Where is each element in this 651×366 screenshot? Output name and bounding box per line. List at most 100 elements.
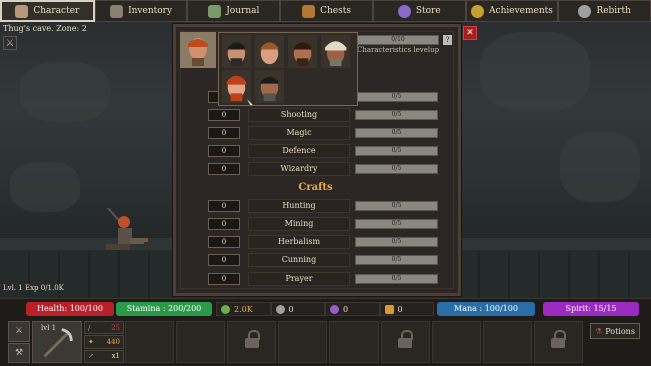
resource-silver: 0 — [270, 302, 325, 316]
spirit-bar: Spirit: 15/15 — [543, 302, 639, 316]
craft-name[interactable]: Cunning — [248, 253, 350, 267]
craft-name[interactable]: Herbalism — [248, 235, 350, 249]
skill-slot[interactable] — [125, 321, 175, 363]
craft-points[interactable]: 0 — [208, 218, 240, 230]
resource-value: 0 — [288, 304, 294, 314]
portrait-option[interactable] — [254, 34, 285, 69]
tab-label: Character — [33, 6, 80, 16]
tab-label: Chests — [320, 6, 351, 16]
skill-progress: 0/5 — [355, 110, 438, 120]
swords-icon[interactable]: ⚔ — [8, 321, 30, 342]
medal-icon — [471, 4, 485, 18]
silver-coin-icon — [275, 304, 285, 314]
craft-progress: 0/5 — [355, 201, 438, 211]
craft-progress: 0/5 — [355, 237, 438, 247]
tab-rebirth[interactable]: Rebirth — [558, 0, 651, 22]
tab-character[interactable]: Character — [0, 0, 95, 22]
chest-icon — [302, 4, 316, 18]
resource-value: 2.0K — [234, 304, 253, 314]
skill-points[interactable]: 0 — [208, 145, 240, 157]
tab-store[interactable]: Store — [372, 0, 466, 22]
hammer-icon[interactable]: ⚒ — [8, 342, 30, 363]
resource-value: 0 — [397, 304, 403, 314]
resource-gold: 0 — [379, 302, 434, 316]
craft-progress: 0/5 — [355, 274, 438, 284]
rebirth-icon — [578, 4, 592, 18]
portrait-option[interactable] — [321, 34, 351, 69]
skill-slot[interactable] — [329, 321, 379, 363]
weapon-speed: ✦ 440 — [84, 335, 124, 349]
skill-points[interactable]: 0 — [208, 163, 240, 175]
craft-row-prayer: 0 Prayer 0/5 — [208, 272, 440, 286]
craft-points[interactable]: 0 — [208, 273, 240, 285]
purple-gem-icon — [330, 304, 339, 314]
lock-icon — [398, 330, 414, 348]
health-bar: Health: 100/100 — [26, 302, 114, 316]
portrait-option[interactable] — [254, 69, 285, 104]
portrait-option[interactable] — [288, 34, 318, 69]
portrait-option-selected[interactable] — [221, 69, 252, 104]
skill-row-defence: 0 Defence 0/5 — [208, 144, 440, 158]
skill-slot-locked[interactable] — [533, 321, 583, 363]
tab-label: Store — [415, 6, 441, 16]
resource-value: 0 — [343, 304, 349, 314]
sword-icon: / — [88, 323, 91, 332]
sword-icon[interactable]: ⚔ — [3, 36, 17, 50]
resources-bar: 2.0K 0 0 0 — [216, 302, 434, 316]
craft-points[interactable]: 0 — [208, 236, 240, 248]
status-bar: Health: 100/100 Stamina : 200/200 2.0K 0… — [0, 298, 651, 366]
skill-slot[interactable] — [431, 321, 481, 363]
skill-slot[interactable] — [278, 321, 328, 363]
skill-slot-locked[interactable] — [380, 321, 430, 363]
skill-slot[interactable] — [176, 321, 226, 363]
craft-name[interactable]: Prayer — [248, 272, 350, 286]
craft-points[interactable]: 0 — [208, 254, 240, 266]
bolt-icon: ✦ — [88, 337, 94, 346]
skill-name[interactable]: Shooting — [248, 108, 350, 122]
weapon-panel: ⚔ ⚒ lvl 1 / 25 ✦ 440 ↗ x1 — [8, 321, 124, 363]
weapon-damage: / 25 — [84, 321, 124, 335]
skill-points[interactable]: 0 — [208, 127, 240, 139]
character-icon — [15, 4, 29, 18]
tab-journal[interactable]: Journal — [187, 0, 281, 22]
gold-bars-icon — [384, 304, 394, 314]
character-portrait[interactable] — [180, 32, 216, 68]
craft-name[interactable]: Mining — [248, 217, 350, 231]
portrait-option[interactable] — [221, 34, 252, 69]
skill-name[interactable]: Wizardry — [248, 162, 350, 176]
tab-chests[interactable]: Chests — [280, 0, 373, 22]
potions-button[interactable]: ⚗ Potions — [590, 323, 640, 339]
craft-row-hunting: 0 Hunting 0/5 — [208, 199, 440, 213]
weapon-slot[interactable]: lvl 1 — [32, 321, 82, 363]
skill-points[interactable]: 0 — [208, 109, 240, 121]
tab-label: Inventory — [128, 6, 173, 16]
tab-inventory[interactable]: Inventory — [94, 0, 188, 22]
skill-slot-locked[interactable] — [227, 321, 277, 363]
craft-name[interactable]: Hunting — [248, 199, 350, 213]
tab-achievements[interactable]: Achievements — [465, 0, 559, 22]
resource-herbs: 2.0K — [216, 302, 271, 316]
stat-value: 25 — [111, 323, 120, 332]
player-character — [106, 208, 152, 250]
skill-slot[interactable] — [482, 321, 532, 363]
portrait-picker — [218, 32, 358, 106]
skill-progress: 0/5 — [355, 164, 438, 174]
resource-gems: 0 — [325, 302, 380, 316]
skill-progress: 0/5 — [355, 92, 438, 102]
skill-name[interactable]: Defence — [248, 144, 350, 158]
zone-label: Thug's cave. Zone: 2 — [3, 24, 87, 33]
craft-progress: 0/5 — [355, 219, 438, 229]
skill-slots — [125, 321, 585, 363]
characteristics-label: Characteristics levelup — [357, 46, 440, 54]
arrow-icon: ↗ — [88, 352, 94, 361]
skill-name[interactable]: Magic — [248, 126, 350, 140]
craft-row-cunning: 0 Cunning 0/5 — [208, 253, 440, 267]
crafts-heading: Crafts — [0, 182, 651, 193]
tab-label: Rebirth — [596, 6, 631, 16]
craft-points[interactable]: 0 — [208, 200, 240, 212]
close-button[interactable]: ✕ — [463, 26, 477, 40]
stat-value: 440 — [106, 337, 120, 346]
skill-progress: 0/5 — [355, 146, 438, 156]
help-button[interactable]: ? — [443, 35, 452, 45]
weapon-multiplier: ↗ x1 — [84, 349, 124, 363]
